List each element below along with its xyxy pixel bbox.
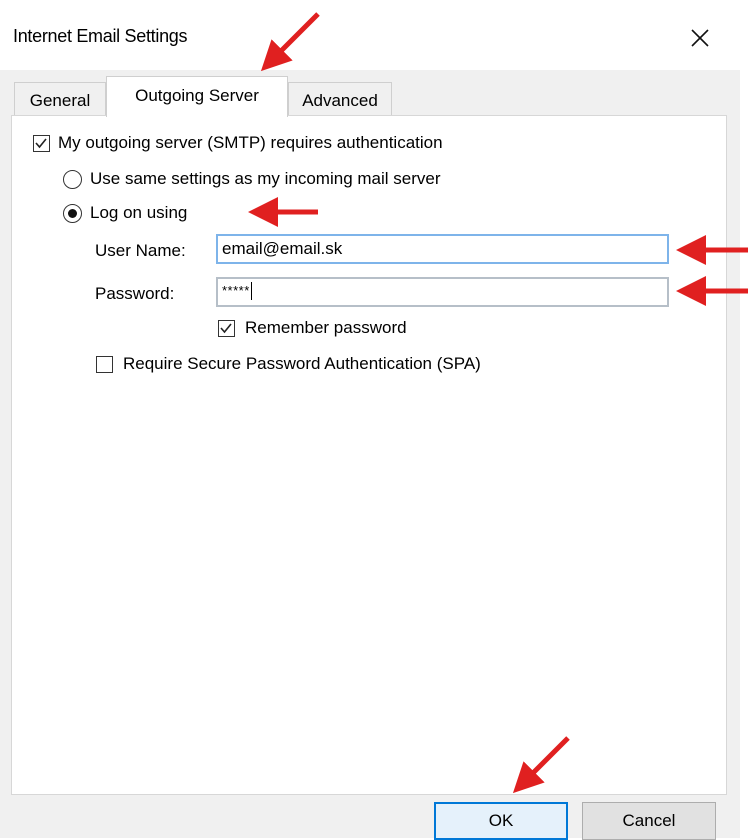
- tab-outgoing-server[interactable]: Outgoing Server: [106, 76, 288, 117]
- annotation-arrows: [248, 12, 748, 794]
- tab-outgoing-server-label: Outgoing Server: [135, 86, 259, 105]
- arrow-to-ok-button: [512, 736, 570, 794]
- arrow-to-outgoing-tab: [260, 12, 320, 72]
